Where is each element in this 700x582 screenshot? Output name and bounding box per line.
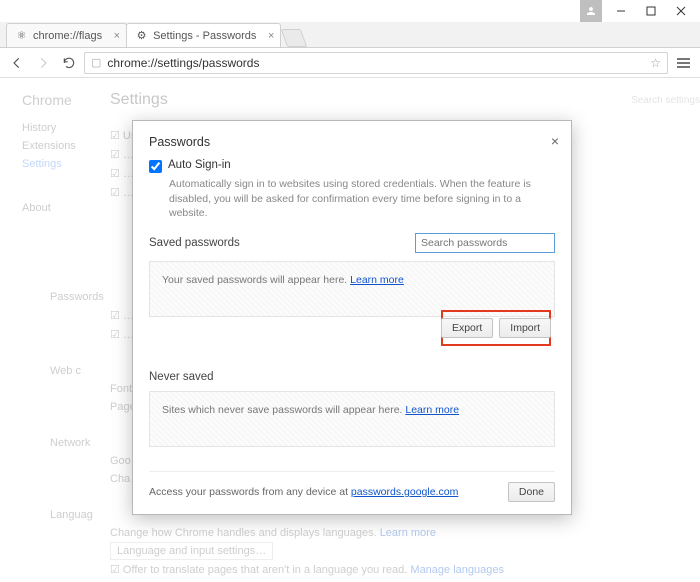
passwords-google-link[interactable]: passwords.google.com <box>351 486 458 498</box>
sidebar-item: Extensions <box>22 140 102 152</box>
search-settings: Search settings <box>631 95 700 106</box>
sidebar-item: History <box>22 122 102 134</box>
dialog-title: Passwords <box>149 135 555 149</box>
tab-flags[interactable]: ⚛ chrome://flags × <box>6 23 127 47</box>
url-text: chrome://settings/passwords <box>107 56 644 70</box>
profile-icon[interactable] <box>580 0 602 22</box>
sidebar-item: About <box>22 202 102 214</box>
learn-more-link[interactable]: Learn more <box>405 404 459 416</box>
auto-signin-checkbox[interactable] <box>149 160 162 173</box>
learn-more-link[interactable]: Learn more <box>350 274 404 286</box>
bookmark-star-icon[interactable]: ☆ <box>650 56 661 70</box>
menu-button[interactable] <box>672 52 694 74</box>
tab-label: chrome://flags <box>33 30 102 42</box>
close-tab-icon[interactable]: × <box>268 30 274 42</box>
never-saved-list: Sites which never save passwords will ap… <box>149 391 555 447</box>
export-button[interactable]: Export <box>441 318 493 338</box>
auto-signin-label[interactable]: Auto Sign-in <box>168 159 231 171</box>
flags-icon: ⚛ <box>15 29 28 42</box>
tab-label: Settings - Passwords <box>153 30 256 42</box>
import-button[interactable]: Import <box>499 318 551 338</box>
export-import-highlight: Export Import <box>441 310 551 346</box>
page-title: Settings <box>110 91 168 109</box>
saved-passwords-list: Your saved passwords will appear here. L… <box>149 261 555 317</box>
maximize-button[interactable] <box>636 1 666 21</box>
forward-button[interactable] <box>32 52 54 74</box>
minimize-button[interactable] <box>606 1 636 21</box>
footer-text: Access your passwords from any device at… <box>149 486 458 498</box>
back-button[interactable] <box>6 52 28 74</box>
page-icon: ▢ <box>91 56 101 69</box>
empty-state-text: Your saved passwords will appear here. <box>162 274 347 286</box>
close-tab-icon[interactable]: × <box>114 30 120 42</box>
search-passwords-input[interactable] <box>415 233 555 253</box>
reload-button[interactable] <box>58 52 80 74</box>
done-button[interactable]: Done <box>508 482 555 502</box>
brand-title: Chrome <box>22 92 102 108</box>
auto-signin-desc: Automatically sign in to websites using … <box>169 177 555 221</box>
toolbar: ▢ chrome://settings/passwords ☆ <box>0 48 700 78</box>
close-icon[interactable]: × <box>551 133 559 149</box>
address-bar[interactable]: ▢ chrome://settings/passwords ☆ <box>84 52 668 74</box>
tab-settings[interactable]: ⚙ Settings - Passwords × <box>126 23 281 47</box>
never-saved-header: Never saved <box>149 371 555 383</box>
window-titlebar <box>0 0 700 22</box>
close-window-button[interactable] <box>666 1 696 21</box>
gear-icon: ⚙ <box>135 29 148 42</box>
new-tab-button[interactable] <box>281 29 308 47</box>
passwords-dialog: × Passwords Auto Sign-in Automatically s… <box>132 120 572 515</box>
saved-passwords-header: Saved passwords <box>149 237 240 249</box>
empty-state-text: Sites which never save passwords will ap… <box>162 404 402 416</box>
tab-strip: ⚛ chrome://flags × ⚙ Settings - Password… <box>0 22 700 48</box>
sidebar-item: Settings <box>22 158 102 170</box>
